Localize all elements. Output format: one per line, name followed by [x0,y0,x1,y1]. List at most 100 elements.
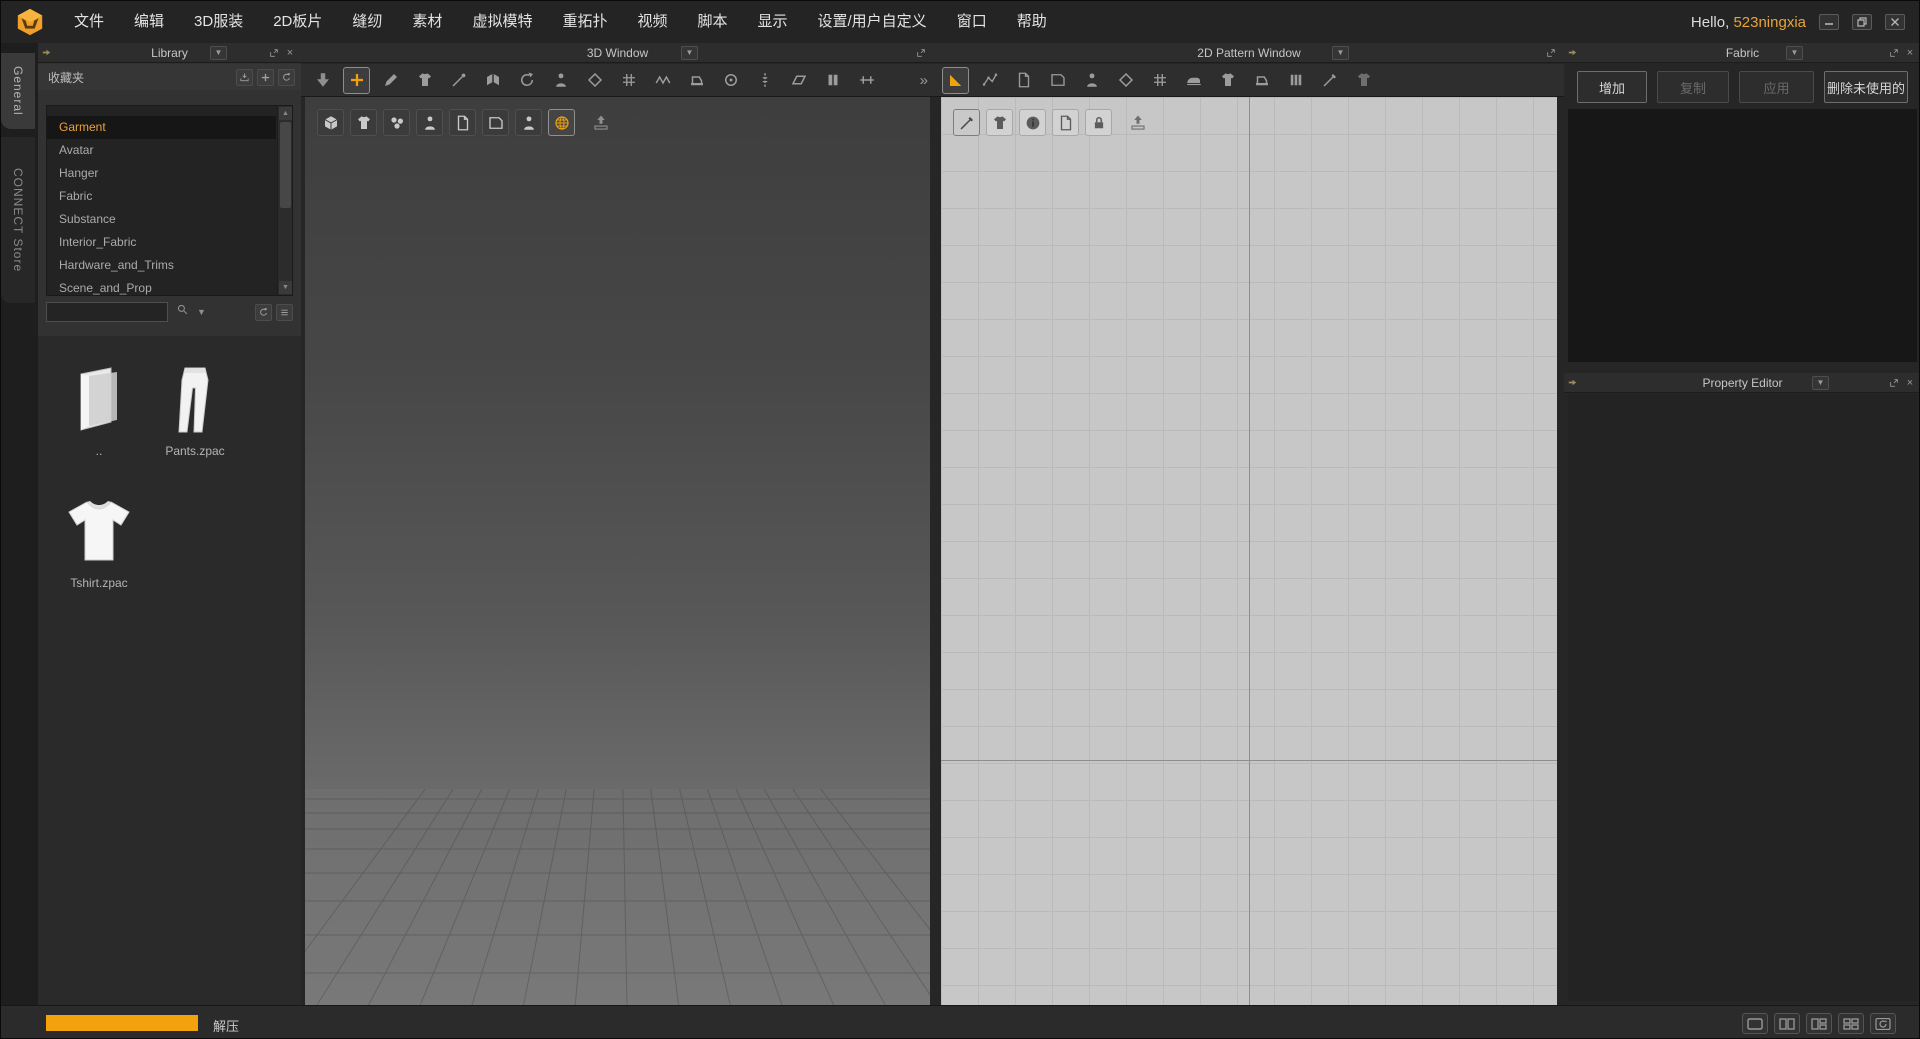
library-item-substance[interactable]: Substance [47,208,276,231]
tool-segment-sewing[interactable] [649,67,676,94]
close-button[interactable] [1885,14,1905,30]
layout-single-icon[interactable] [1742,1013,1768,1034]
view-avatar-person-icon[interactable] [416,109,443,136]
menu-window[interactable]: 窗口 [942,1,1002,43]
view-pattern-page-alt-icon[interactable] [482,109,509,136]
menu-edit[interactable]: 编辑 [119,1,179,43]
show-sketch-pen-icon[interactable] [953,109,980,136]
show-pattern-info-icon[interactable] [1019,109,1046,136]
menu-file[interactable]: 文件 [59,1,119,43]
layout-two-pane-icon[interactable] [1774,1013,1800,1034]
search-input[interactable] [46,302,168,322]
pants-file-item[interactable]: Pants.zpac [148,364,242,458]
tool-pleats-bars[interactable] [1282,67,1309,94]
popout-icon[interactable] [267,46,281,60]
popout-icon[interactable] [1544,46,1558,60]
refresh-favorites-icon[interactable] [278,69,295,86]
import-download-icon[interactable] [236,69,253,86]
tool-edit-polyline[interactable] [976,67,1003,94]
arrange-upload-icon[interactable] [1124,109,1151,136]
popout-icon[interactable] [1887,376,1901,390]
library-item-scene-and-prop[interactable]: Scene_and_Prop [47,277,276,296]
collapse-arrow-icon[interactable] [38,47,54,58]
tool-grid-snap[interactable] [1146,67,1173,94]
menu-3d-garment[interactable]: 3D服装 [179,1,258,43]
library-item-hardware-and-trims[interactable]: Hardware_and_Trims [47,254,276,277]
view-garment-shirt-icon[interactable] [350,109,377,136]
tool-grid-snap[interactable] [615,67,642,94]
menu-settings-customize[interactable]: 设置/用户自定义 [803,1,942,43]
lock-shirt-icon[interactable] [1085,109,1112,136]
close-panel-icon[interactable]: × [1903,376,1917,390]
library-list-scrollbar[interactable]: ▲ ▼ [277,106,292,295]
menu-video[interactable]: 视频 [622,1,682,43]
tool-zipper[interactable] [751,67,778,94]
tab-connect-store[interactable]: CONNECT Store [1,137,35,303]
tool-dark-shirt[interactable] [1350,67,1377,94]
property-editor-content[interactable] [1568,394,1917,1001]
tool-shirt-transfer[interactable] [1214,67,1241,94]
tool-panel-bars[interactable] [819,67,846,94]
minimize-button[interactable] [1819,14,1839,30]
menu-script[interactable]: 脚本 [682,1,742,43]
library-item-fabric[interactable]: Fabric [47,185,276,208]
tool-arrange-point[interactable] [581,67,608,94]
tool-rectangle-pattern[interactable] [1044,67,1071,94]
folder-up-item[interactable]: .. [52,364,146,458]
tool-arrange-point[interactable] [1112,67,1139,94]
scroll-down-icon[interactable]: ▼ [279,281,292,294]
panel-menu-dropdown[interactable]: ▼ [1786,46,1803,60]
search-icon[interactable] [176,303,189,321]
panel-menu-dropdown[interactable]: ▼ [1332,46,1349,60]
tool-select-move-crosshair[interactable] [343,67,370,94]
delete-unused-button[interactable]: 删除未使用的 [1824,71,1908,103]
view-pattern-page-icon[interactable] [449,109,476,136]
library-item-hanger[interactable]: Hanger [47,162,276,185]
menu-retopology[interactable]: 重拓扑 [547,1,622,43]
tool-pattern-page[interactable] [1010,67,1037,94]
username[interactable]: 523ningxia [1733,14,1806,31]
tool-free-sewing[interactable] [683,67,710,94]
collapse-arrow-icon[interactable] [1564,377,1580,388]
view-avatar-silhouette-icon[interactable] [515,109,542,136]
menu-avatar[interactable]: 虚拟模特 [457,1,547,43]
tool-sewing-machine[interactable] [1248,67,1275,94]
restore-button[interactable] [1852,14,1872,30]
tool-fit-plane[interactable] [785,67,812,94]
panel-menu-dropdown[interactable]: ▼ [210,46,227,60]
tool-avatar-mannequin[interactable] [547,67,574,94]
library-item-garment[interactable]: Garment [47,116,276,139]
tool-pin-needle[interactable] [445,67,472,94]
popout-icon[interactable] [914,46,928,60]
tshirt-file-item[interactable]: Tshirt.zpac [52,496,146,590]
fabric-list-area[interactable] [1568,109,1917,362]
close-panel-icon[interactable]: × [283,46,297,60]
add-fabric-button[interactable]: 增加 [1577,71,1647,103]
panel-menu-dropdown[interactable]: ▼ [681,46,698,60]
layout-reset-icon[interactable] [1870,1013,1896,1034]
add-favorite-icon[interactable] [257,69,274,86]
tool-transform-pattern[interactable] [942,67,969,94]
library-item-avatar[interactable]: Avatar [47,139,276,162]
collapse-arrow-icon[interactable] [1564,47,1580,58]
3d-viewport[interactable] [305,97,930,1005]
tool-pen-line[interactable] [1316,67,1343,94]
menu-material[interactable]: 素材 [397,1,457,43]
refresh-view-icon[interactable] [255,304,272,321]
menu-display[interactable]: 显示 [743,1,803,43]
layout-mixed-pane-icon[interactable] [1806,1013,1832,1034]
tool-hanger-ring[interactable] [717,67,744,94]
menu-sewing[interactable]: 缝纫 [337,1,397,43]
menu-help[interactable]: 帮助 [1002,1,1062,43]
2d-pattern-canvas[interactable] [941,97,1557,1005]
tool-measure-tape[interactable] [853,67,880,94]
list-view-icon[interactable] [276,304,293,321]
view-world-globe-icon[interactable] [548,109,575,136]
show-pattern-page-icon[interactable] [1052,109,1079,136]
search-filter-dropdown-icon[interactable]: ▼ [197,307,206,317]
panel-menu-dropdown[interactable]: ▼ [1812,376,1829,390]
tool-fold-arrangement[interactable] [479,67,506,94]
view-particle-balls-icon[interactable] [383,109,410,136]
tool-flatten-rotate[interactable] [513,67,540,94]
tool-simulate-arrow[interactable] [309,67,336,94]
